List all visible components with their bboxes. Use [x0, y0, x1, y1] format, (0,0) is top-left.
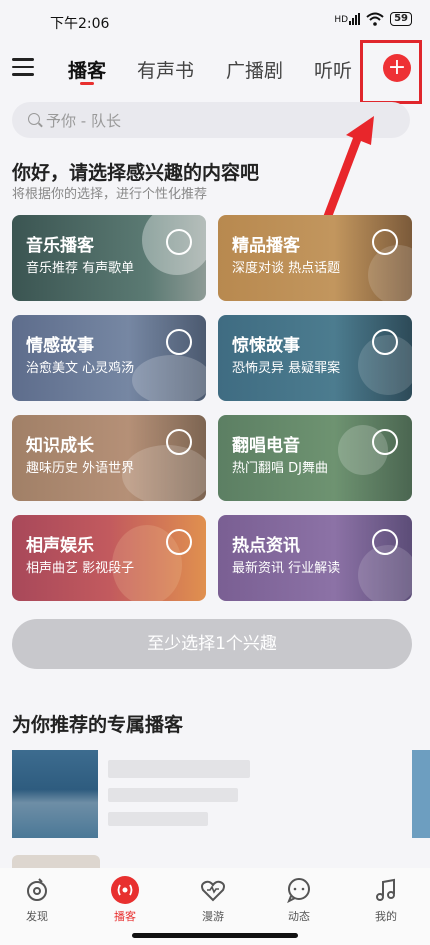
nav-label: 发现 — [26, 910, 48, 923]
card-desc: 最新资讯 行业解读 — [232, 561, 341, 576]
interest-card-music-podcast[interactable]: 音乐播客 音乐推荐 有声歌单 — [12, 215, 206, 301]
interest-title: 你好，请选择感兴趣的内容吧 — [12, 162, 260, 184]
interest-card-knowledge[interactable]: 知识成长 趣味历史 外语世界 — [12, 415, 206, 501]
card-title: 相声娱乐 — [26, 536, 94, 556]
interest-card-thriller-stories[interactable]: 惊悚故事 恐怖灵异 悬疑罪案 — [218, 315, 412, 401]
nav-label: 漫游 — [202, 910, 224, 923]
nav-discover[interactable]: 发现 — [7, 876, 67, 924]
select-radio[interactable] — [166, 529, 192, 555]
card-desc: 热门翻唱 DJ舞曲 — [232, 461, 328, 476]
signal-icon: HD — [334, 13, 361, 25]
card-title: 热点资讯 — [232, 536, 300, 556]
interest-card-premium-podcast[interactable]: 精品播客 深度对谈 热点话题 — [218, 215, 412, 301]
network-type: HD — [334, 15, 349, 25]
chat-icon — [287, 878, 310, 904]
select-radio[interactable] — [372, 329, 398, 355]
tab-audiobook[interactable]: 有声书 — [137, 56, 194, 83]
search-placeholder: 予你 - 队长 — [46, 112, 121, 130]
card-desc: 深度对谈 热点话题 — [232, 261, 341, 276]
nav-mine[interactable]: 我的 — [356, 876, 416, 924]
select-radio[interactable] — [166, 329, 192, 355]
battery-icon: 59 — [390, 12, 412, 26]
card-title: 知识成长 — [26, 436, 94, 456]
recommend-thumbnail[interactable] — [12, 750, 98, 838]
card-desc: 治愈美文 心灵鸡汤 — [26, 361, 135, 376]
nav-label: 我的 — [375, 910, 397, 923]
card-title: 翻唱电音 — [232, 436, 300, 456]
interest-card-cover-electronic[interactable]: 翻唱电音 热门翻唱 DJ舞曲 — [218, 415, 412, 501]
card-desc: 恐怖灵异 悬疑罪案 — [232, 361, 341, 376]
blurred-text — [108, 812, 208, 826]
heart-wave-icon — [201, 880, 225, 902]
wifi-icon — [366, 12, 384, 26]
home-indicator[interactable] — [132, 933, 298, 938]
tab-radio-drama[interactable]: 广播剧 — [226, 56, 283, 83]
interest-card-crosstalk-entertainment[interactable]: 相声娱乐 相声曲艺 影视段子 — [12, 515, 206, 601]
menu-icon[interactable] — [12, 58, 34, 76]
select-radio[interactable] — [372, 429, 398, 455]
select-interest-button[interactable]: 至少选择1个兴趣 — [12, 619, 412, 669]
nav-activity[interactable]: 动态 — [269, 876, 329, 924]
interest-card-hot-news[interactable]: 热点资讯 最新资讯 行业解读 — [218, 515, 412, 601]
status-time: 下午2:06 — [50, 16, 110, 32]
card-title: 精品播客 — [232, 236, 300, 256]
radio-icon — [111, 876, 139, 904]
card-title: 惊悚故事 — [232, 336, 300, 356]
card-title: 音乐播客 — [26, 236, 94, 256]
card-title: 情感故事 — [26, 336, 94, 356]
interest-card-emotional-stories[interactable]: 情感故事 治愈美文 心灵鸡汤 — [12, 315, 206, 401]
interest-subtitle: 将根据你的选择，进行个性化推荐 — [12, 187, 208, 202]
tab-podcast[interactable]: 播客 — [68, 56, 106, 83]
nav-podcast[interactable]: 播客 — [95, 876, 155, 924]
recommend-thumbnail[interactable] — [12, 855, 100, 869]
recommend-thumbnail-next[interactable] — [412, 750, 430, 838]
status-icons: HD 59 — [334, 12, 412, 26]
music-note-icon — [376, 878, 395, 901]
recommend-title: 为你推荐的专属播客 — [12, 714, 184, 736]
card-desc: 音乐推荐 有声歌单 — [26, 261, 135, 276]
nav-label: 动态 — [288, 910, 310, 923]
blurred-text — [108, 760, 250, 778]
nav-roam[interactable]: 漫游 — [183, 876, 243, 924]
search-bar[interactable]: 予你 - 队长 — [12, 102, 410, 138]
active-tab-indicator — [80, 82, 94, 85]
nav-label: 播客 — [114, 910, 136, 923]
card-desc: 趣味历史 外语世界 — [26, 461, 135, 476]
disc-icon — [27, 878, 47, 901]
select-radio[interactable] — [166, 229, 192, 255]
blurred-text — [108, 788, 238, 802]
add-button[interactable]: + — [383, 54, 411, 82]
search-icon — [28, 113, 40, 125]
status-bar: 下午2:06 HD 59 — [0, 0, 430, 44]
select-radio[interactable] — [166, 429, 192, 455]
select-radio[interactable] — [372, 229, 398, 255]
select-radio[interactable] — [372, 529, 398, 555]
tab-listen[interactable]: 听听 — [314, 56, 352, 83]
card-desc: 相声曲艺 影视段子 — [26, 561, 135, 576]
